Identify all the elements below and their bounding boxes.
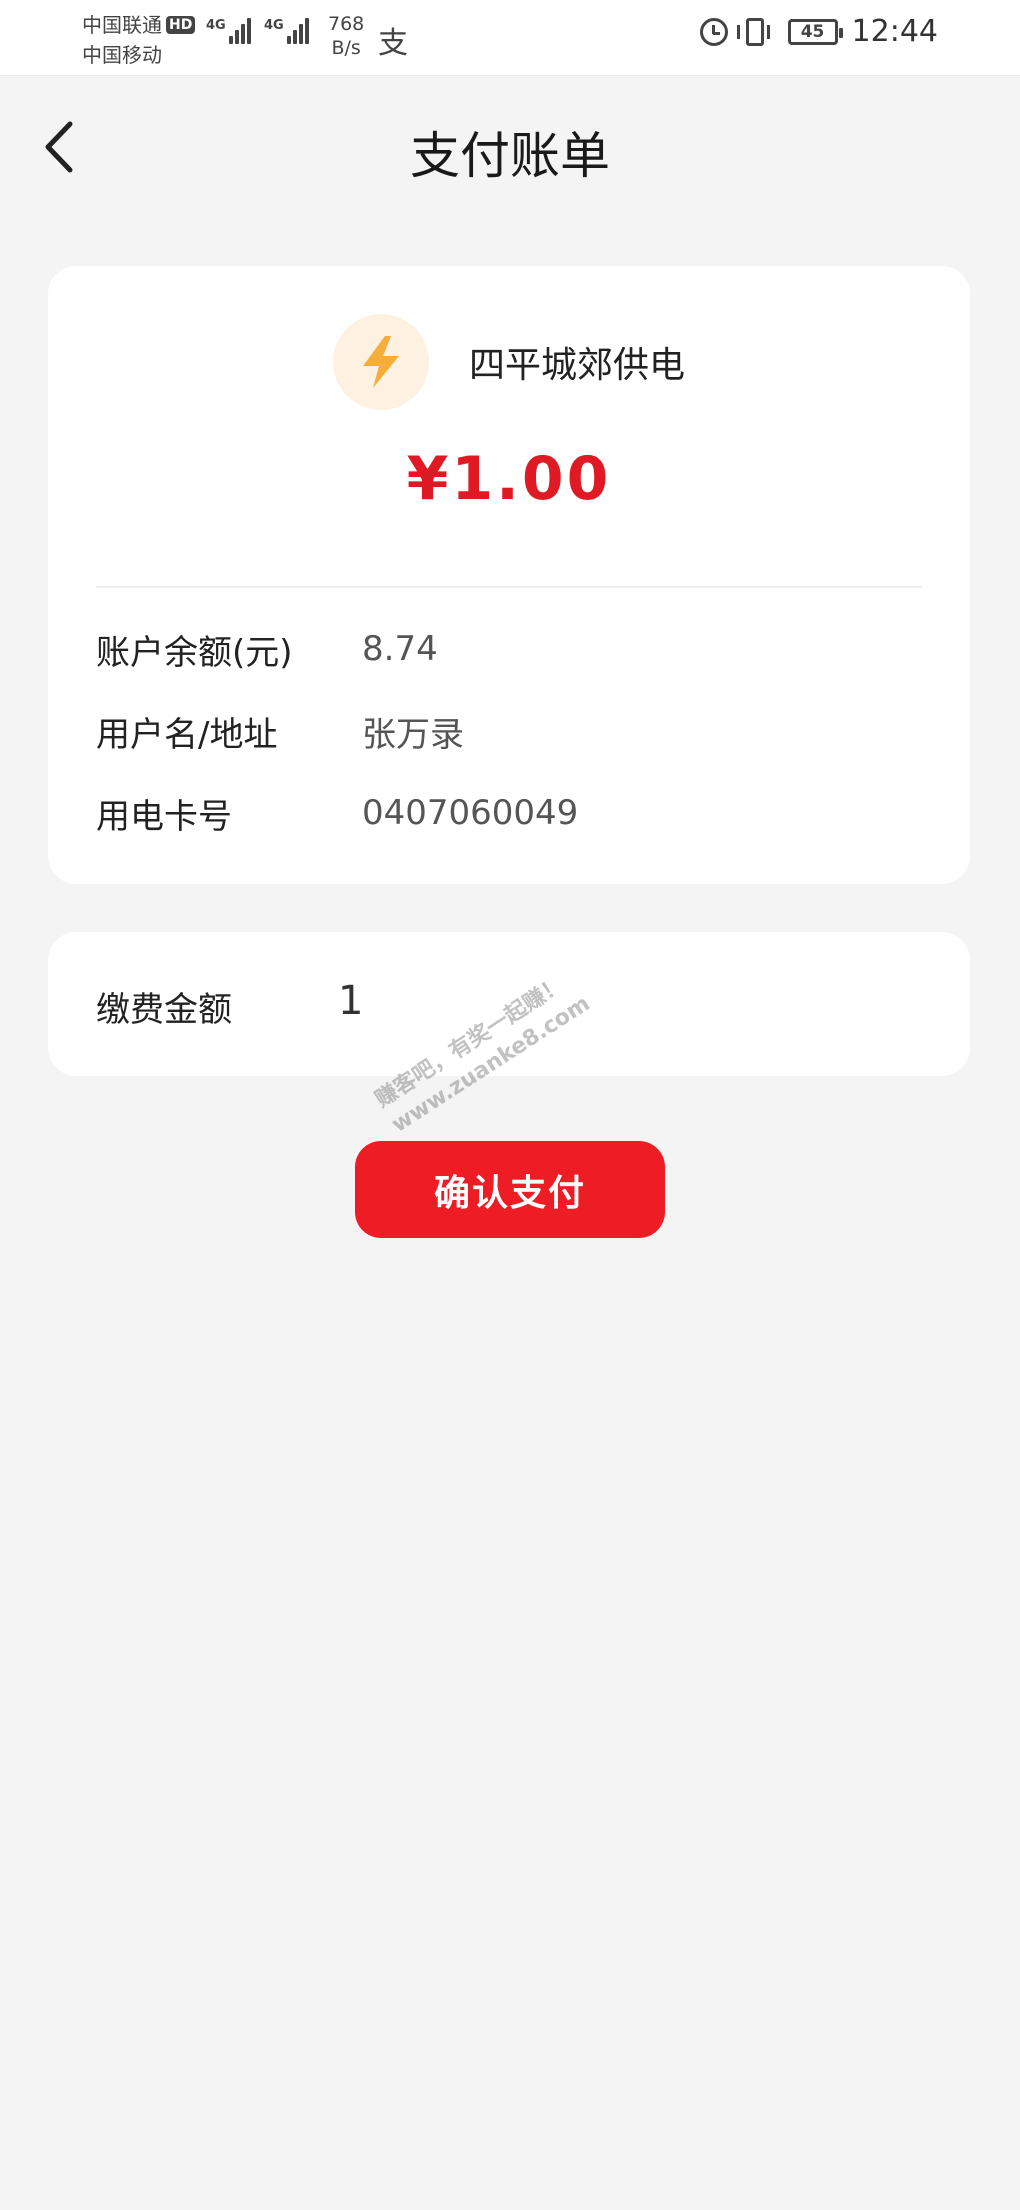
- network-speed: 768 B/s: [328, 12, 364, 60]
- speed-value: 768: [328, 13, 365, 35]
- info-label: 用电卡号: [96, 796, 232, 837]
- page-title: 支付账单: [410, 127, 610, 185]
- carrier-1: 中国联通: [82, 13, 162, 37]
- biller-row: 四平城郊供电: [48, 314, 970, 410]
- confirm-pay-button[interactable]: 确认支付: [355, 1141, 665, 1238]
- info-row-card-number: 用电卡号 0407060049: [96, 788, 578, 838]
- carrier-2: 中国移动: [82, 43, 162, 67]
- network-type-2: 4G: [264, 18, 284, 33]
- biller-name: 四平城郊供电: [468, 345, 685, 386]
- hd-badge: HD: [166, 16, 196, 34]
- payment-amount-card: 缴费金额: [48, 932, 970, 1076]
- payment-amount-input[interactable]: [338, 966, 898, 1036]
- bill-amount: ¥1.00: [406, 444, 612, 514]
- alarm-icon: [699, 17, 728, 46]
- signal-icon: 4G: [264, 18, 311, 44]
- divider: [96, 586, 922, 588]
- status-right: 45 12:44: [699, 14, 938, 49]
- info-row-username: 用户名/地址 张万录: [96, 706, 464, 756]
- vibrate-icon: [736, 17, 770, 46]
- signal-icon: 4G: [206, 18, 253, 44]
- bill-card: 四平城郊供电 ¥1.00 账户余额(元) 8.74 用户名/地址 张万录 用电卡…: [48, 266, 970, 884]
- alipay-icon: 支: [378, 26, 408, 61]
- speed-unit: B/s: [331, 37, 361, 59]
- status-bar: 中国联通 HD 中国移动 4G 4G 768 B/s 支 45 12:44: [0, 0, 1020, 76]
- battery-icon: 45: [787, 18, 843, 45]
- lightning-icon: [332, 314, 429, 410]
- info-value: 0407060049: [362, 793, 579, 833]
- status-time: 12:44: [851, 14, 938, 49]
- info-row-balance: 账户余额(元) 8.74: [96, 624, 438, 674]
- payment-amount-label: 缴费金额: [96, 990, 232, 1030]
- page-header: 支付账单: [0, 76, 1020, 216]
- info-value: 8.74: [362, 629, 438, 669]
- carrier-info: 中国联通 HD 中国移动: [82, 10, 196, 70]
- info-label: 用户名/地址: [96, 714, 278, 755]
- info-label: 账户余额(元): [96, 632, 293, 673]
- info-value: 张万录: [362, 714, 464, 755]
- network-type-1: 4G: [206, 18, 226, 33]
